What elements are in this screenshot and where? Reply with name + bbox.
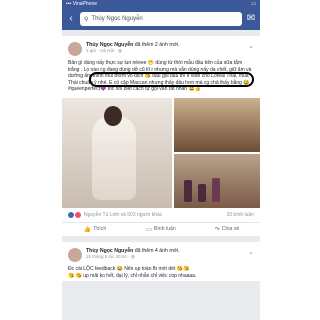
phone-screen: ••• VinaPhone ▭ ‹ ⚲ Thùy Ngọc Nguyễn ✉ T…	[62, 0, 260, 320]
post-text-line1: Đc cái LỘC feedback 😂 Nên up toàn fb mới…	[68, 265, 190, 272]
post-action: đã thêm 4 ảnh mới.	[134, 247, 180, 254]
post-time[interactable]: 3 giờ · Hà Nội ·	[86, 48, 117, 53]
back-arrow-icon[interactable]: ‹	[66, 14, 76, 24]
search-icon: ⚲	[84, 16, 89, 23]
reactions-text: Nguyễn Tú Linh và 503 người khác	[84, 211, 163, 218]
share-label: Chia sẻ	[221, 226, 240, 233]
comment-button[interactable]: ▭ Bình luận	[128, 223, 194, 236]
messenger-icon[interactable]: ✉	[246, 14, 256, 24]
battery-icon: ▭	[251, 1, 256, 7]
post-body: Bản gì dùng nấy thực sự lun nèeee 😁 dùng…	[62, 58, 260, 95]
chevron-down-icon[interactable]: ⌄	[248, 248, 254, 262]
post-actions: 👍 Thích ▭ Bình luận ↷ Chia sẻ	[62, 221, 260, 236]
reactions-bar[interactable]: Nguyễn Tú Linh và 503 người khác 33 bình…	[62, 208, 260, 222]
post-time[interactable]: 15 tháng 6 lúc 20:44 ·	[86, 254, 130, 259]
photo-products-bottom[interactable]	[174, 153, 260, 208]
share-button[interactable]: ↷ Chia sẻ	[194, 223, 260, 236]
comment-label: Bình luận	[153, 226, 176, 233]
post-card: Thùy Ngọc Nguyễn đã thêm 2 ảnh mới. 3 gi…	[62, 36, 260, 236]
thumbs-up-icon: 👍	[83, 226, 92, 233]
post-text-circled: thinh mùi thơm vô địch 😘 dầu gội dầu thì…	[68, 73, 250, 86]
photo-products-top[interactable]	[174, 97, 260, 152]
like-button[interactable]: 👍 Thích	[62, 223, 128, 236]
love-reaction-icon	[75, 211, 81, 218]
post-header: Thùy Ngọc Nguyễn đã thêm 4 ảnh mới. 15 t…	[62, 242, 260, 264]
share-icon: ↷	[214, 226, 220, 233]
bottle-shape	[212, 177, 220, 202]
post-card: Thùy Ngọc Nguyễn đã thêm 4 ảnh mới. 15 t…	[62, 241, 260, 282]
post-action: đã thêm 2 ảnh mới.	[134, 42, 180, 48]
globe-icon: ◍	[117, 48, 122, 53]
search-text: Thùy Ngọc Nguyễn	[91, 16, 143, 22]
avatar[interactable]	[68, 247, 82, 262]
top-navbar: ‹ ⚲ Thùy Ngọc Nguyễn ✉	[62, 8, 260, 30]
bottle-shape	[198, 183, 206, 202]
comment-icon: ▭	[146, 226, 152, 233]
post-body: Đc cái LỘC feedback 😂 Nên up toàn fb mới…	[62, 264, 260, 281]
photo-stack	[174, 97, 260, 208]
figure-shape	[92, 115, 136, 200]
like-reaction-icon	[68, 211, 74, 218]
post-header: Thùy Ngọc Nguyễn đã thêm 2 ảnh mới. 3 gi…	[62, 36, 260, 58]
post-text-line2: 😘 😘 up mãi ko hết, đại lý, chỉ nhẫn chỉ …	[68, 272, 197, 279]
post-text-outro: #queenperfect💜 tóc nói biết cách tự gội …	[68, 86, 201, 93]
carrier-label: ••• VinaPhone	[66, 1, 98, 7]
hair-shape	[104, 105, 122, 126]
status-bar: ••• VinaPhone ▭	[62, 0, 260, 8]
like-label: Thích	[93, 226, 107, 233]
globe-icon: ◍	[130, 253, 135, 259]
chevron-down-icon[interactable]: ⌄	[248, 42, 254, 56]
post-photos	[62, 97, 260, 208]
circled-text-region: thinh mùi thơm vô địch 😘 dầu gội dầu thì…	[68, 72, 254, 87]
comments-count[interactable]: 33 bình luận	[226, 212, 254, 218]
bottle-shape	[184, 179, 192, 202]
avatar[interactable]	[68, 42, 82, 56]
photo-girl[interactable]	[62, 97, 172, 208]
search-input[interactable]: ⚲ Thùy Ngọc Nguyễn	[80, 12, 242, 26]
